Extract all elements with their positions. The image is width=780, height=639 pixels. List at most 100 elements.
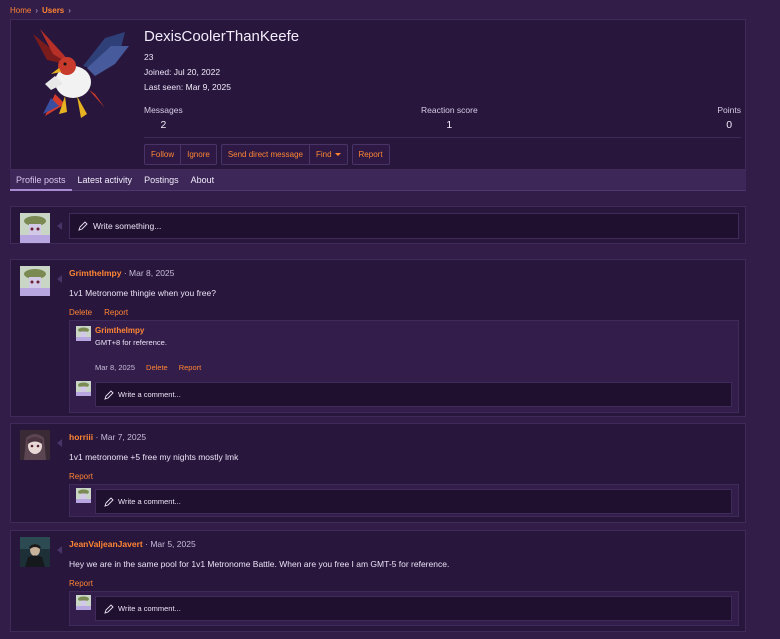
post-author-link[interactable]: horriii — [69, 432, 93, 442]
comments-section: Write a comment... — [69, 591, 739, 626]
comment-author-avatar[interactable] — [76, 326, 91, 341]
date-separator: · — [95, 432, 99, 442]
write-comment-placeholder: Write a comment... — [118, 390, 181, 399]
stat-points[interactable]: Points 0 — [717, 105, 741, 131]
date-separator: · — [123, 268, 127, 278]
profile-actions: Follow Ignore Send direct message Find R… — [144, 144, 390, 165]
report-group: Report — [351, 144, 390, 165]
stat-reaction-value: 1 — [446, 119, 453, 131]
report-post-link[interactable]: Report — [69, 579, 93, 588]
breadcrumb-chevron-icon: › — [68, 6, 71, 15]
comments-section: GrimtheImpy GMT+8 for reference. Mar 8, … — [69, 320, 739, 413]
post-date[interactable]: Mar 7, 2025 — [101, 432, 146, 442]
last-seen-label: Last seen: — [144, 82, 184, 92]
post-author-avatar[interactable] — [20, 430, 50, 460]
comment-composer: Write a comment... — [76, 488, 732, 515]
tab-profile-posts[interactable]: Profile posts — [10, 170, 72, 191]
comment-composer: Write a comment... — [76, 595, 732, 623]
write-something-input[interactable]: Write something... — [69, 213, 739, 239]
dm-find-group: Send direct message Find — [220, 144, 348, 165]
breadcrumb-home[interactable]: Home — [10, 6, 31, 15]
comment-body: GrimtheImpy GMT+8 for reference. Mar 8, … — [95, 326, 732, 372]
post-arrow — [57, 546, 62, 554]
stat-messages[interactable]: Messages 2 — [144, 105, 183, 131]
write-comment-placeholder: Write a comment... — [118, 497, 181, 506]
post-actions: Report — [69, 472, 739, 481]
breadcrumb-users[interactable]: Users — [42, 6, 64, 15]
profile-tabs: Profile posts Latest activity Postings A… — [10, 170, 746, 191]
profile-stats: Messages 2 Reaction score 1 Points 0 — [144, 105, 741, 133]
post-arrow — [57, 275, 62, 283]
report-post-link[interactable]: Report — [104, 308, 128, 317]
find-menu-button[interactable]: Find — [308, 145, 347, 164]
comment-text: GMT+8 for reference. — [95, 338, 167, 347]
report-comment-link[interactable]: Report — [179, 363, 202, 372]
delete-post-link[interactable]: Delete — [69, 308, 92, 317]
profile-post: GrimtheImpy · Mar 8, 2025 1v1 Metronome … — [10, 259, 746, 417]
post-actions: Report — [69, 579, 739, 588]
stat-points-value: 0 — [726, 119, 733, 131]
stat-points-label: Points — [717, 105, 741, 115]
follow-button[interactable]: Follow — [145, 145, 180, 164]
comment-date[interactable]: Mar 8, 2025 — [95, 363, 135, 372]
post-header: JeanValjeanJavert · Mar 5, 2025 — [69, 539, 739, 549]
profile-post: horriii · Mar 7, 2025 1v1 metronome +5 f… — [10, 423, 746, 523]
pencil-icon — [104, 496, 114, 507]
post-author-link[interactable]: GrimtheImpy — [69, 268, 121, 278]
comment-meta: Mar 8, 2025 Delete Report — [95, 363, 732, 372]
post-arrow — [57, 439, 62, 447]
report-post-link[interactable]: Report — [69, 472, 93, 481]
write-comment-input[interactable]: Write a comment... — [95, 489, 732, 514]
report-profile-button[interactable]: Report — [353, 145, 389, 164]
profile-post-composer: Write something... — [10, 206, 746, 244]
tab-latest-activity[interactable]: Latest activity — [72, 170, 139, 191]
post-author-avatar[interactable] — [20, 537, 50, 567]
post-actions: Delete Report — [69, 308, 739, 317]
profile-post: JeanValjeanJavert · Mar 5, 2025 Hey we a… — [10, 530, 746, 632]
caret-down-icon — [334, 153, 341, 156]
post-content: horriii · Mar 7, 2025 1v1 metronome +5 f… — [69, 432, 739, 481]
pencil-icon — [104, 603, 114, 614]
joined-label: Joined: — [144, 67, 172, 77]
post-body: Hey we are in the same pool for 1v1 Metr… — [69, 559, 450, 569]
comment: GrimtheImpy GMT+8 for reference. Mar 8, … — [76, 326, 732, 376]
stat-messages-label: Messages — [144, 105, 183, 115]
current-user-avatar[interactable] — [76, 595, 91, 610]
post-body: 1v1 metronome +5 free my nights mostly l… — [69, 452, 239, 462]
delete-comment-link[interactable]: Delete — [146, 363, 168, 372]
pencil-icon — [78, 221, 88, 231]
user-avatar-bird[interactable] — [25, 24, 135, 134]
post-content: JeanValjeanJavert · Mar 5, 2025 Hey we a… — [69, 539, 739, 588]
post-header: GrimtheImpy · Mar 8, 2025 — [69, 268, 739, 278]
current-user-avatar[interactable] — [20, 213, 50, 243]
post-author-avatar[interactable] — [20, 266, 50, 296]
actions-divider — [144, 137, 741, 138]
write-comment-placeholder: Write a comment... — [118, 604, 181, 613]
profile-joined: Joined: Jul 20, 2022 — [144, 67, 220, 77]
send-direct-message-button[interactable]: Send direct message — [222, 145, 309, 164]
tab-about[interactable]: About — [185, 170, 221, 191]
current-user-avatar[interactable] — [76, 381, 91, 396]
find-label: Find — [315, 150, 332, 159]
follow-ignore-group: Follow Ignore — [144, 144, 217, 165]
ignore-button[interactable]: Ignore — [180, 145, 216, 164]
profile-last-seen: Last seen: Mar 9, 2025 — [144, 82, 231, 92]
comment-author-link[interactable]: GrimtheImpy — [95, 326, 732, 335]
post-arrow — [57, 222, 62, 230]
tab-postings[interactable]: Postings — [138, 170, 185, 191]
post-author-link[interactable]: JeanValjeanJavert — [69, 539, 143, 549]
joined-date: Jul 20, 2022 — [173, 67, 221, 77]
stat-reaction-score[interactable]: Reaction score 1 — [421, 105, 478, 131]
current-user-avatar[interactable] — [76, 488, 91, 503]
profile-user-title: 23 — [144, 52, 154, 62]
write-comment-input[interactable]: Write a comment... — [95, 382, 732, 407]
post-date[interactable]: Mar 8, 2025 — [129, 268, 174, 278]
pencil-icon — [104, 389, 114, 400]
write-comment-input[interactable]: Write a comment... — [95, 596, 732, 621]
comment-composer: Write a comment... — [76, 381, 732, 408]
breadcrumb: Home › Users › — [10, 6, 71, 15]
last-seen-date: Mar 9, 2025 — [185, 82, 231, 92]
stat-reaction-label: Reaction score — [421, 105, 478, 115]
post-content: GrimtheImpy · Mar 8, 2025 1v1 Metronome … — [69, 268, 739, 317]
post-date[interactable]: Mar 5, 2025 — [150, 539, 195, 549]
